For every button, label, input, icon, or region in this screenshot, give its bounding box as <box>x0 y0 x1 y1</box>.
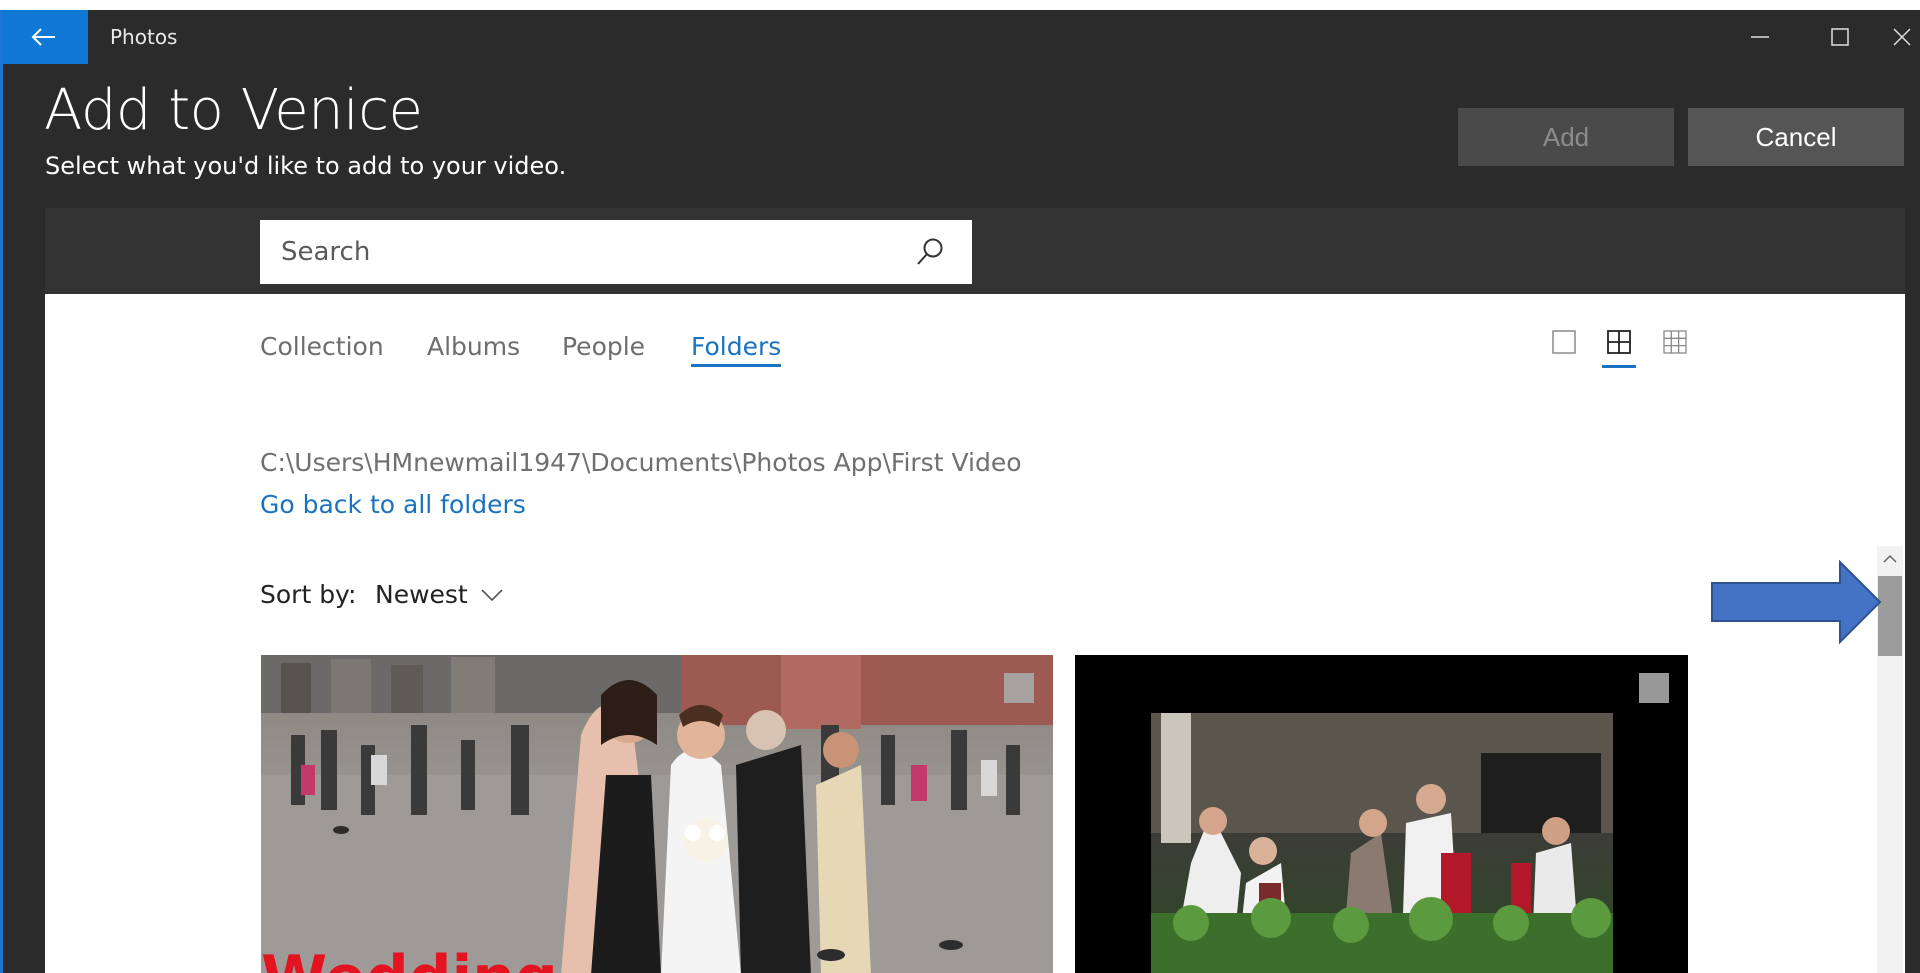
annotation-arrow-icon <box>1711 560 1882 644</box>
minimize-icon <box>1751 36 1769 38</box>
add-button[interactable]: Add <box>1458 108 1674 166</box>
title-bar: Photos <box>0 10 1920 64</box>
back-to-folders-link[interactable]: Go back to all folders <box>260 490 526 519</box>
page-subtitle: Select what you'd like to add to your vi… <box>45 152 567 180</box>
search-input[interactable] <box>260 220 900 284</box>
search-bar-area <box>45 208 1905 294</box>
small-grid-icon[interactable] <box>1662 329 1688 355</box>
close-icon <box>1893 28 1911 46</box>
minimize-button[interactable] <box>1720 10 1800 64</box>
screen-top-strip <box>0 0 1920 10</box>
maximize-icon <box>1831 28 1849 46</box>
tab-label: Collection <box>260 332 384 361</box>
tab-collection[interactable]: Collection <box>260 332 384 361</box>
active-tab-indicator <box>691 364 782 367</box>
app-title: Photos <box>110 25 178 49</box>
page-title: Add to Venice <box>44 78 423 143</box>
back-arrow-icon <box>31 28 55 46</box>
photos-window: Photos Add to Venice Select what you'd l… <box>0 10 1920 973</box>
window-left-border <box>0 10 3 973</box>
select-checkbox[interactable] <box>1639 673 1669 703</box>
chevron-down-icon[interactable] <box>481 588 503 602</box>
wedding-photo-image <box>261 655 1053 973</box>
close-button[interactable] <box>1862 10 1920 64</box>
tab-label: People <box>562 332 646 361</box>
folder-path: C:\Users\HMnewmail1947\Documents\Photos … <box>260 448 1022 477</box>
cancel-button[interactable]: Cancel <box>1688 108 1904 166</box>
single-view-icon[interactable] <box>1551 329 1577 355</box>
thumbnail-concert[interactable] <box>1075 655 1688 973</box>
search-icon[interactable] <box>914 236 946 268</box>
tab-label: Folders <box>691 332 782 361</box>
tab-folders[interactable]: Folders <box>691 332 782 367</box>
tab-label: Albums <box>427 332 521 361</box>
back-button[interactable] <box>1 10 88 64</box>
picker-content: Collection Albums People Folders C:\User… <box>45 294 1905 973</box>
select-checkbox[interactable] <box>1004 673 1034 703</box>
tab-people[interactable]: People <box>562 332 645 361</box>
tab-albums[interactable]: Albums <box>427 332 520 361</box>
search-box <box>260 220 972 284</box>
active-view-indicator <box>1602 365 1636 368</box>
concert-photo-image <box>1151 713 1613 973</box>
thumbnail-caption: Wedding <box>261 943 558 973</box>
sort-dropdown[interactable]: Newest <box>375 580 468 609</box>
medium-grid-icon[interactable] <box>1606 329 1632 355</box>
sort-label: Sort by: <box>260 580 357 609</box>
thumbnail-wedding[interactable]: Wedding <box>261 655 1053 973</box>
